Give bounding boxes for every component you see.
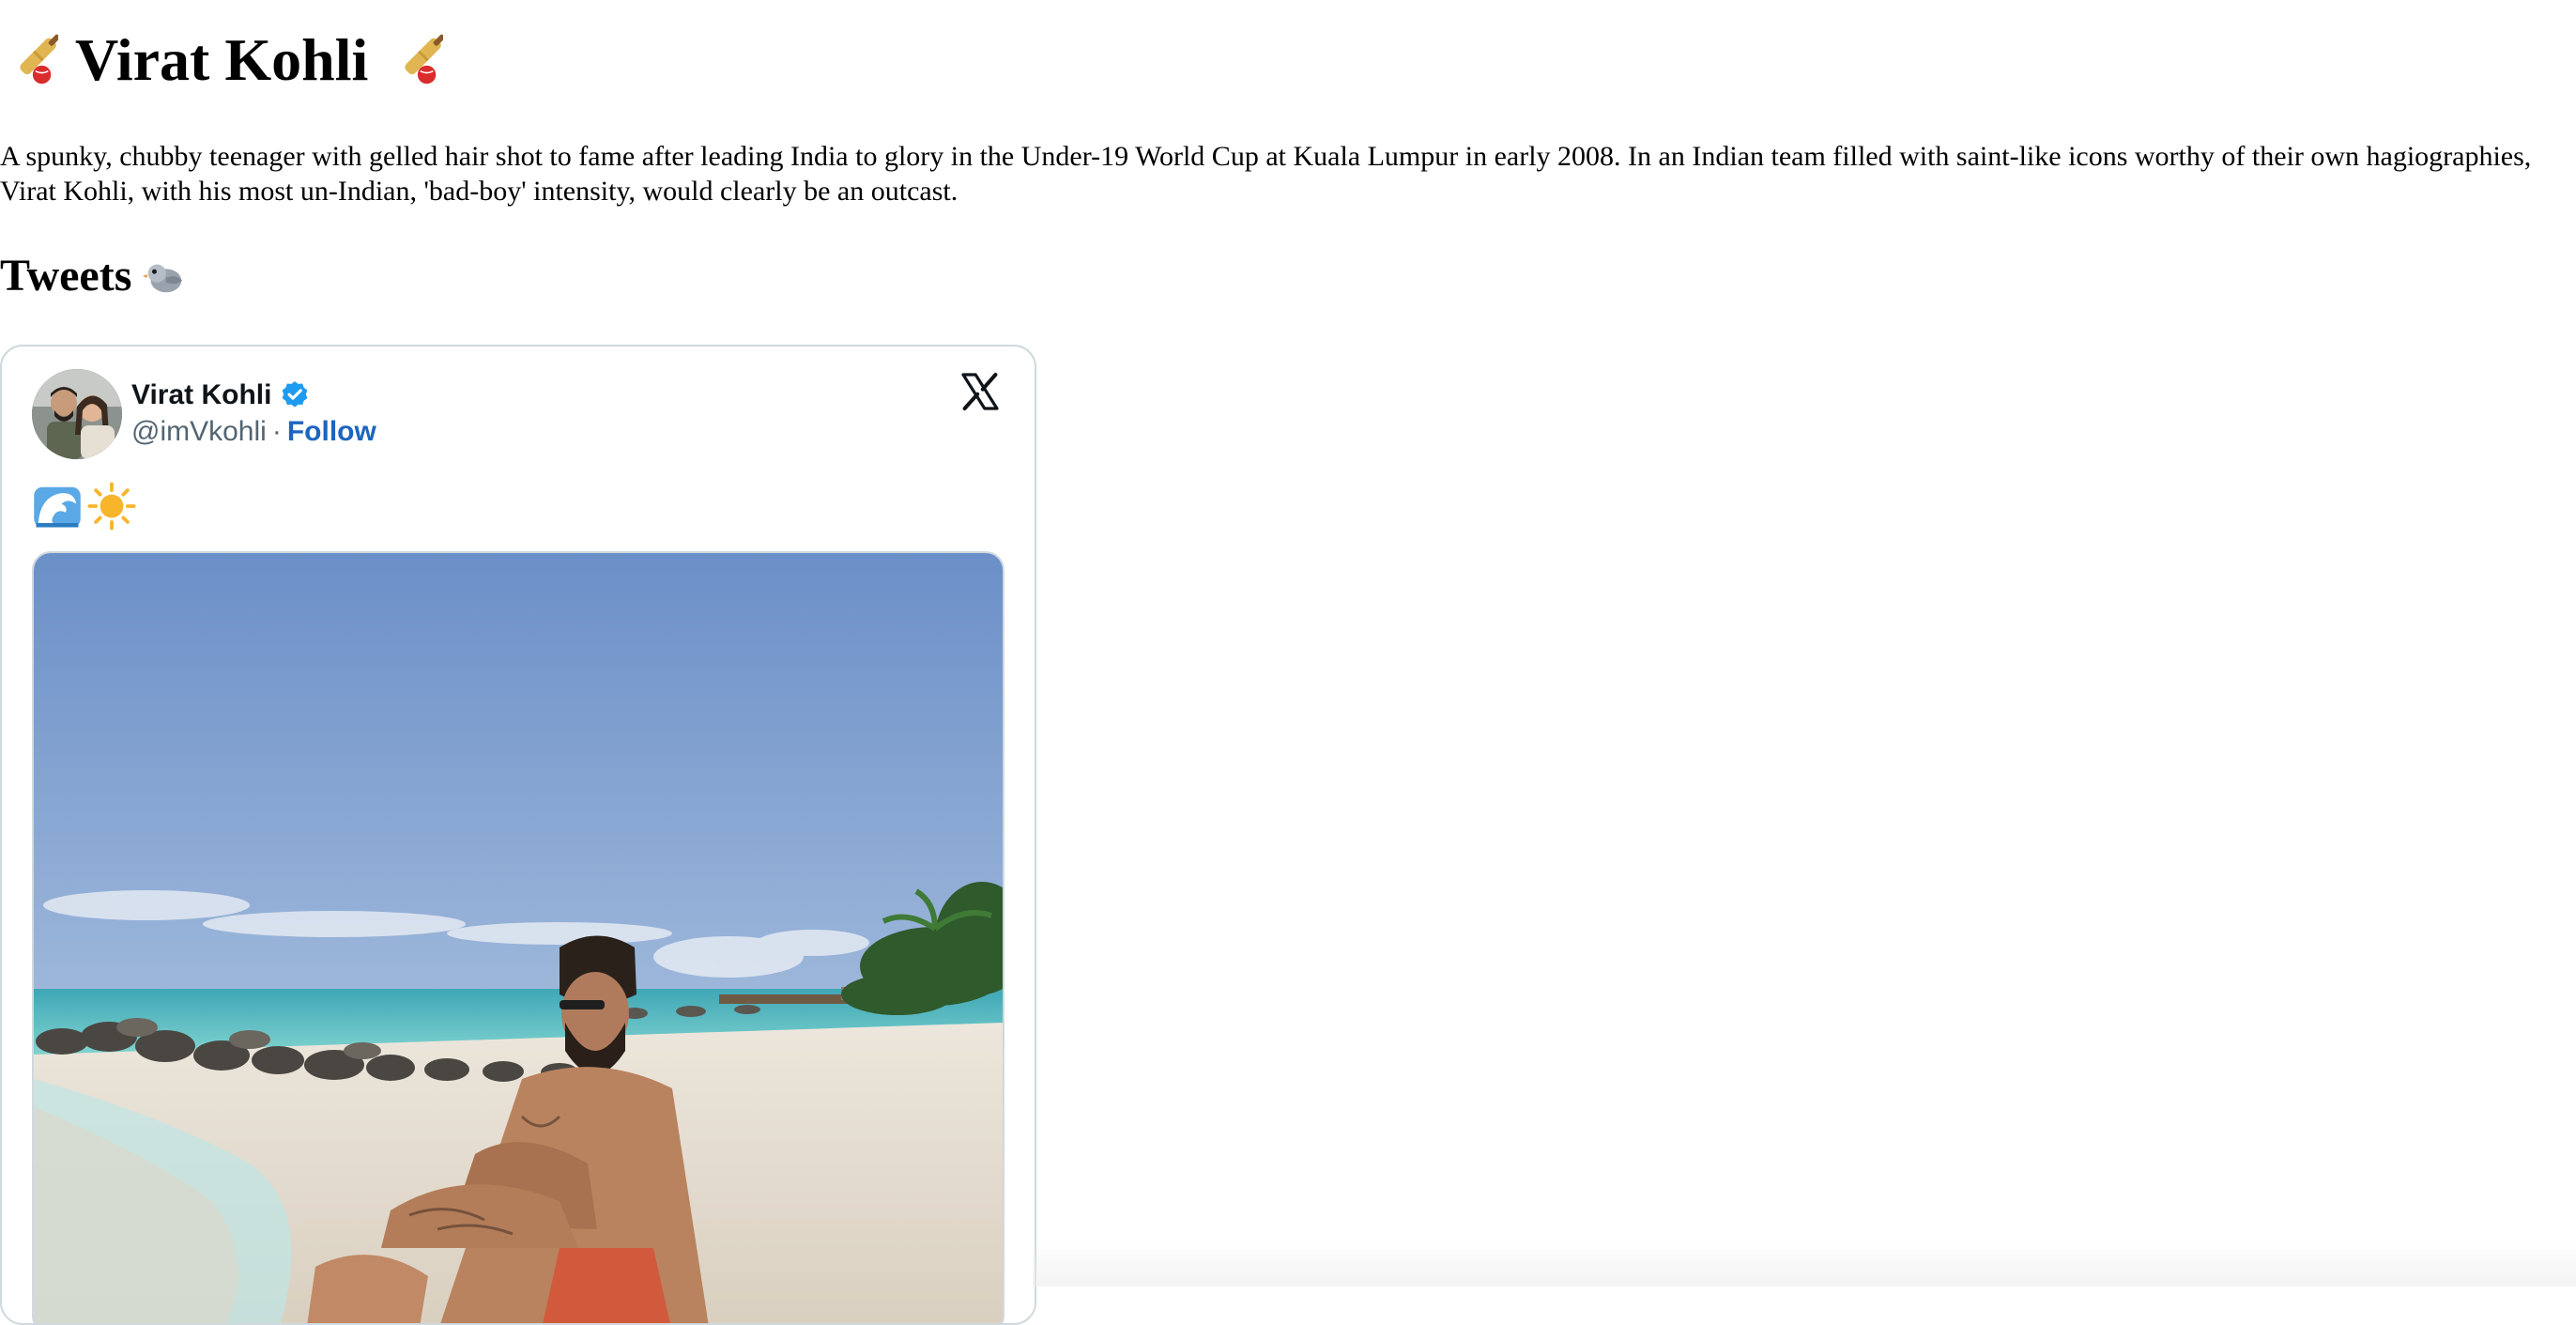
follow-button[interactable]: Follow [287, 413, 376, 451]
handle-separator: · [271, 416, 282, 447]
tweet-header: Virat Kohli @imVkohli · Follow [32, 369, 376, 459]
sun-icon [86, 481, 137, 532]
verified-badge-icon [279, 379, 311, 411]
author-name[interactable]: Virat Kohli [131, 377, 271, 413]
avatar[interactable] [32, 369, 122, 459]
tweets-heading: Tweets [0, 246, 186, 306]
page-title: Virat Kohli [0, 23, 446, 98]
page-title-text: Virat Kohli [75, 26, 369, 93]
author-handle[interactable]: @imVkohli [131, 413, 267, 451]
tweet-text [32, 478, 137, 534]
tweet-author: Virat Kohli @imVkohli · Follow [131, 377, 376, 451]
intro-paragraph: A spunky, chubby teenager with gelled ha… [0, 141, 2532, 207]
scroll-shadow [1033, 1240, 2576, 1286]
tweets-heading-text: Tweets [0, 251, 132, 300]
cricket-bat-and-ball-icon [385, 31, 446, 89]
embedded-tweet-card[interactable]: Virat Kohli @imVkohli · Follow [0, 345, 1036, 1325]
water-wave-icon [32, 481, 83, 532]
x-logo-icon[interactable] [958, 369, 1003, 414]
cricket-bat-and-ball-icon [0, 31, 60, 89]
bird-icon [143, 254, 186, 298]
tweet-photo[interactable] [32, 551, 1004, 1323]
